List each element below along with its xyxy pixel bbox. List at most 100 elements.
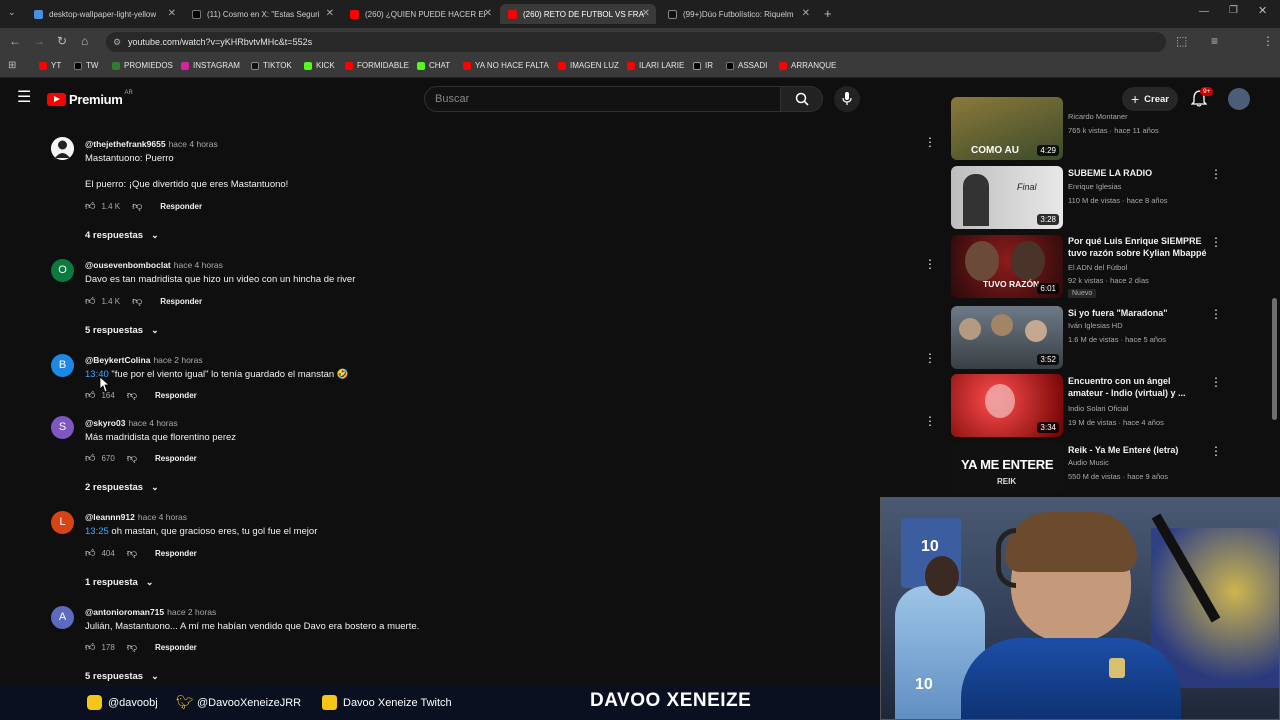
- like-icon[interactable]: 👍︎: [85, 295, 95, 307]
- page-scrollbar[interactable]: [1272, 298, 1277, 420]
- like-icon[interactable]: 👍︎: [85, 200, 95, 212]
- tab-5[interactable]: (99+)Dúo Futbolístico: Riquelm ✕: [660, 4, 816, 24]
- reply-button[interactable]: Responder: [160, 202, 202, 211]
- extensions-icon[interactable]: ⬚: [1176, 35, 1187, 47]
- reading-list-icon[interactable]: ≡: [1211, 35, 1218, 47]
- tab-2[interactable]: (11) Cosmo en X: "Estas Seguri ✕: [184, 4, 340, 24]
- dislike-icon[interactable]: 👎︎: [127, 389, 137, 401]
- new-tab-icon[interactable]: +: [824, 7, 832, 20]
- video-thumbnail[interactable]: 3:52: [951, 306, 1063, 369]
- hamburger-menu-icon[interactable]: ☰: [17, 90, 31, 106]
- address-bar[interactable]: ⚙ youtube.com/watch?v=yKHRbvtvMHc&t=552s: [106, 32, 1166, 52]
- close-icon[interactable]: ✕: [642, 8, 650, 19]
- video-title[interactable]: Reik - Ya Me Enteré (letra): [1068, 444, 1208, 456]
- bookmark-instagram[interactable]: INSTAGRAM: [181, 61, 240, 70]
- replies-toggle[interactable]: 5 respuestas ⌄: [85, 325, 159, 336]
- forward-icon[interactable]: →: [33, 35, 45, 47]
- comment-author[interactable]: @BeykertColina hace 2 horas: [85, 355, 203, 365]
- comment-menu-icon[interactable]: ⋮: [924, 136, 936, 148]
- reply-button[interactable]: Responder: [160, 297, 202, 306]
- bookmark-formidable[interactable]: FORMIDABLE: [345, 61, 409, 70]
- replies-toggle[interactable]: 4 respuestas ⌄: [85, 230, 159, 241]
- reply-button[interactable]: Responder: [155, 454, 197, 463]
- tab-search-icon[interactable]: ⌄: [8, 8, 16, 17]
- window-close-icon[interactable]: ✕: [1258, 6, 1267, 17]
- comment-avatar[interactable]: A: [51, 606, 74, 629]
- channel-name[interactable]: Ricardo Montaner: [1068, 112, 1128, 121]
- tab-3[interactable]: (260) ¿QUIEN PUEDE HACER El ✕: [342, 4, 498, 24]
- comment-menu-icon[interactable]: ⋮: [924, 415, 936, 427]
- video-title[interactable]: Encuentro con un ángel amateur - Indio (…: [1068, 375, 1208, 399]
- comment-avatar[interactable]: S: [51, 416, 74, 439]
- voice-search-button[interactable]: [834, 86, 860, 112]
- close-icon[interactable]: ✕: [484, 8, 492, 19]
- close-icon[interactable]: ✕: [802, 8, 810, 19]
- channel-name[interactable]: Iván Iglesias HD: [1068, 321, 1123, 330]
- dislike-icon[interactable]: 👎︎: [127, 452, 137, 464]
- video-menu-icon[interactable]: ⋮: [1210, 376, 1222, 388]
- dislike-icon[interactable]: 👎︎: [127, 641, 137, 653]
- bookmark-promiedos[interactable]: PROMIEDOS: [112, 61, 173, 70]
- bookmark-arranque[interactable]: ARRANQUE: [779, 61, 836, 70]
- reply-button[interactable]: Responder: [155, 549, 197, 558]
- video-thumbnail[interactable]: Final 3:28: [951, 166, 1063, 229]
- tab-1[interactable]: desktop-wallpaper-light-yellow ✕: [26, 4, 182, 24]
- apps-grid-icon[interactable]: ⊞: [8, 61, 16, 71]
- bookmark-tw[interactable]: TW: [74, 61, 98, 70]
- create-button[interactable]: + Crear: [1122, 87, 1178, 111]
- youtube-premium-logo[interactable]: Premium AR: [47, 90, 133, 107]
- video-thumbnail[interactable]: YA ME ENTERE REIK: [951, 443, 1063, 493]
- comment-author[interactable]: @leannn912 hace 4 horas: [85, 512, 187, 522]
- comment-avatar[interactable]: L: [51, 511, 74, 534]
- like-icon[interactable]: 👍︎: [85, 389, 95, 401]
- bookmark-yt[interactable]: YT: [39, 61, 61, 70]
- channel-name[interactable]: El ADN del Fútbol: [1068, 263, 1127, 272]
- like-icon[interactable]: 👍︎: [85, 547, 95, 559]
- channel-name[interactable]: Indio Solari Oficial: [1068, 404, 1128, 413]
- site-info-icon[interactable]: ⚙: [113, 32, 121, 52]
- bookmark-chat[interactable]: CHAT: [417, 61, 450, 70]
- bookmark-imagen-luz[interactable]: IMAGEN LUZ: [558, 61, 619, 70]
- comment-author[interactable]: @antonioroman715 hace 2 horas: [85, 607, 216, 617]
- home-icon[interactable]: ⌂: [81, 35, 88, 47]
- like-icon[interactable]: 👍︎: [85, 641, 95, 653]
- close-icon[interactable]: ✕: [326, 8, 334, 19]
- comment-author[interactable]: @thejethefrank9655 hace 4 horas: [85, 139, 218, 149]
- bookmark-ya-no-hace-falta[interactable]: YA NO HACE FALTA: [463, 61, 549, 70]
- video-thumbnail[interactable]: COMO AU 4:29: [951, 97, 1063, 160]
- video-title[interactable]: Por qué Luis Enrique SIEMPRE tuvo razón …: [1068, 235, 1208, 259]
- video-menu-icon[interactable]: ⋮: [1210, 168, 1222, 180]
- search-button[interactable]: [781, 86, 823, 112]
- dislike-icon[interactable]: 👎︎: [132, 295, 142, 307]
- comment-menu-icon[interactable]: ⋮: [924, 352, 936, 364]
- video-title[interactable]: Si yo fuera "Maradona": [1068, 307, 1208, 319]
- comment-avatar[interactable]: [51, 137, 74, 160]
- comment-author[interactable]: @ousevenbomboclat hace 4 horas: [85, 260, 223, 270]
- video-thumbnail[interactable]: 3:34: [951, 374, 1063, 437]
- menu-kebab-icon[interactable]: ⋮: [1262, 35, 1274, 47]
- like-icon[interactable]: 👍︎: [85, 452, 95, 464]
- bookmark-assadi[interactable]: ASSADI: [726, 61, 767, 70]
- reply-button[interactable]: Responder: [155, 643, 197, 652]
- back-icon[interactable]: ←: [9, 35, 21, 47]
- bookmark-ir[interactable]: IR: [693, 61, 713, 70]
- reload-icon[interactable]: ↻: [57, 35, 67, 47]
- search-input[interactable]: Buscar: [424, 86, 781, 112]
- bookmark-tiktok[interactable]: TIKTOK: [251, 61, 292, 70]
- maximize-icon[interactable]: ❐: [1229, 6, 1238, 16]
- notifications-button[interactable]: 9+: [1190, 87, 1214, 112]
- account-avatar[interactable]: [1228, 88, 1250, 110]
- bookmark-ilari-larie[interactable]: ILARI LARIE: [627, 61, 684, 70]
- close-icon[interactable]: ✕: [168, 8, 176, 19]
- video-menu-icon[interactable]: ⋮: [1210, 445, 1222, 457]
- video-menu-icon[interactable]: ⋮: [1210, 308, 1222, 320]
- tab-4-active[interactable]: (260) RETO DE FUTBOL VS FRA ✕: [500, 4, 656, 24]
- comment-avatar[interactable]: B: [51, 354, 74, 377]
- comment-menu-icon[interactable]: ⋮: [924, 258, 936, 270]
- minimize-icon[interactable]: —: [1199, 7, 1209, 17]
- dislike-icon[interactable]: 👎︎: [127, 547, 137, 559]
- video-thumbnail[interactable]: TUVO RAZÓN 6:01: [951, 235, 1063, 298]
- bookmark-kick[interactable]: KICK: [304, 61, 335, 70]
- timestamp-link[interactable]: 13:25: [85, 526, 109, 537]
- comment-author[interactable]: @skyro03 hace 4 horas: [85, 418, 178, 428]
